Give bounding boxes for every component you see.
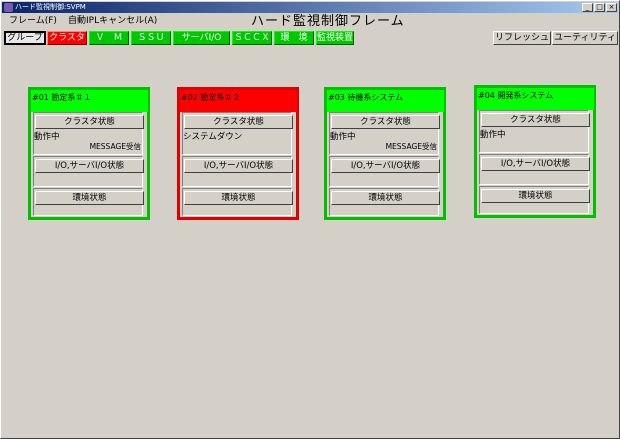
app-window: ハード監視制御:SVPM _ □ × フレーム(F) 自動IPLキャンセル(A)…: [0, 0, 620, 439]
cluster-status-button[interactable]: クラスタ状態: [184, 115, 293, 129]
menu-frame[interactable]: フレーム(F): [9, 15, 57, 28]
vm-button[interactable]: Ｖ Ｍ: [89, 31, 129, 45]
cluster-status-button[interactable]: クラスタ状態: [481, 113, 590, 127]
window-title: ハード監視制御:SVPM: [15, 3, 86, 11]
cluster-status-button[interactable]: クラスタ状態: [331, 115, 440, 129]
status-text: 動作中: [330, 132, 356, 142]
title-bar[interactable]: ハード監視制御:SVPM _ □ ×: [2, 2, 618, 13]
io-status-button[interactable]: I/O,サーバI/O状態: [481, 157, 590, 171]
panel-header[interactable]: #02 勘定系＃２: [180, 90, 297, 112]
system-panel: #03 待機系システム クラスタ状態 動作中 MESSAGE受信 I/O,サーバ…: [324, 87, 446, 220]
refresh-button[interactable]: リフレッシュ: [493, 31, 551, 45]
menu-auto-ipl-cancel[interactable]: 自動IPLキャンセル(A): [68, 15, 157, 28]
server-io-button[interactable]: サーバI/O: [173, 31, 230, 45]
environment-button[interactable]: 環 境: [274, 31, 314, 45]
group-button[interactable]: グループ: [4, 31, 46, 45]
cluster-status-button[interactable]: クラスタ状態: [35, 115, 144, 129]
frame-title: ハード監視制御フレーム: [251, 14, 405, 29]
io-status-button[interactable]: I/O,サーバI/O状態: [35, 159, 144, 173]
app-icon: [4, 3, 13, 12]
env-status-button[interactable]: 環境状態: [331, 191, 440, 205]
message-text: MESSAGE受信: [385, 142, 437, 151]
ssu-button[interactable]: ＳＳＵ: [131, 31, 171, 45]
cluster-button[interactable]: クラスタ: [47, 31, 87, 45]
sccx-button[interactable]: ＳＣＣＸ: [232, 31, 272, 45]
status-text: 動作中: [480, 130, 506, 140]
status-text: システムダウン: [183, 132, 243, 142]
system-panel: #01 勘定系＃１ クラスタ状態 動作中 MESSAGE受信 I/O,サーバI/…: [28, 87, 150, 220]
env-status-button[interactable]: 環境状態: [481, 189, 590, 203]
utility-button[interactable]: ユーティリティ: [552, 31, 618, 45]
io-status-button[interactable]: I/O,サーバI/O状態: [331, 159, 440, 173]
message-text: MESSAGE受信: [89, 142, 141, 151]
panel-header[interactable]: #03 待機系システム: [327, 90, 444, 112]
io-status-button[interactable]: I/O,サーバI/O状態: [184, 159, 293, 173]
monitor-device-button[interactable]: 監視装置: [316, 31, 354, 45]
minimize-button[interactable]: _: [582, 3, 593, 12]
env-status-button[interactable]: 環境状態: [184, 191, 293, 205]
system-panel: #02 勘定系＃２ クラスタ状態 システムダウン I/O,サーバI/O状態 環境…: [177, 87, 299, 220]
panel-header[interactable]: #04 開発系システム: [477, 88, 594, 110]
toolbar: グループ クラスタ Ｖ Ｍ ＳＳＵ サーバI/O ＳＣＣＸ 環 境 監視装置 リ…: [1, 30, 620, 47]
panel-header[interactable]: #01 勘定系＃１: [31, 90, 148, 112]
status-text: 動作中: [34, 132, 60, 142]
maximize-button[interactable]: □: [594, 3, 605, 12]
env-status-button[interactable]: 環境状態: [35, 191, 144, 205]
close-button[interactable]: ×: [606, 3, 617, 12]
system-panel: #04 開発系システム クラスタ状態 動作中 I/O,サーバI/O状態 環境状態: [474, 85, 596, 218]
